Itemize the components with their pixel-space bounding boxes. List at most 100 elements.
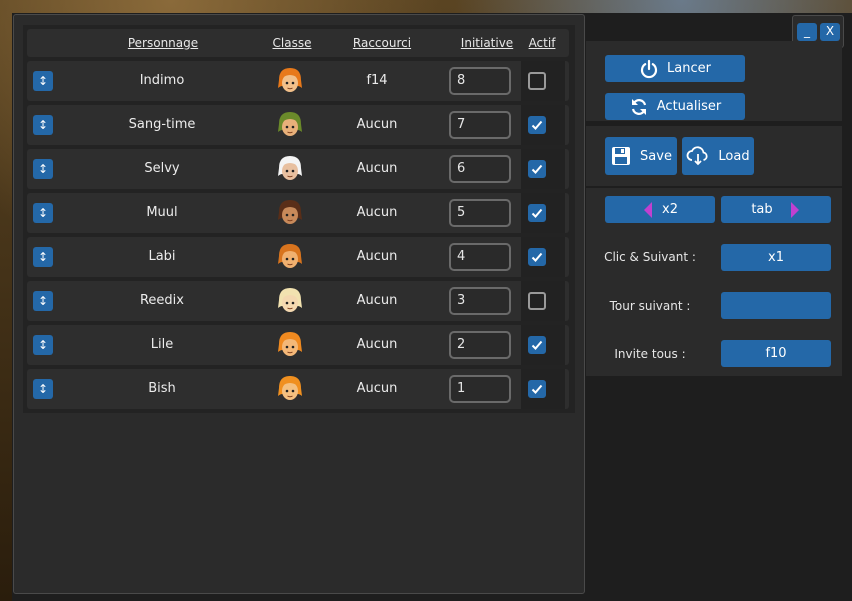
class-avatar	[275, 242, 305, 272]
checkmark-icon	[531, 208, 543, 218]
initiative-input[interactable]: 1	[449, 375, 511, 403]
clic-suivant-label: Clic & Suivant :	[604, 250, 696, 264]
shortcut-value[interactable]: Aucun	[347, 149, 407, 189]
initiative-input[interactable]: 8	[449, 67, 511, 95]
drag-handle-button[interactable]: ↕	[33, 247, 53, 267]
character-panel: Personnage Classe Raccourci Initiative A…	[13, 14, 585, 594]
table-row[interactable]: ↕ Reedix Aucun 3	[27, 281, 569, 321]
launch-label: Lancer	[667, 61, 711, 76]
initiative-input[interactable]: 5	[449, 199, 511, 227]
active-checkbox[interactable]	[528, 248, 546, 266]
load-button[interactable]: Load	[682, 137, 754, 175]
cloud-download-icon	[686, 145, 710, 167]
active-cell	[521, 325, 565, 365]
class-avatar	[275, 330, 305, 360]
clic-suivant-hotkey-button[interactable]: x1	[721, 244, 831, 271]
class-avatar	[275, 154, 305, 184]
drag-handle-button[interactable]: ↕	[33, 71, 53, 91]
header-classe[interactable]: Classe	[267, 29, 317, 57]
active-cell	[521, 281, 565, 321]
shortcut-value[interactable]: Aucun	[347, 193, 407, 233]
checkmark-icon	[531, 120, 543, 130]
drag-handle-button[interactable]: ↕	[33, 159, 53, 179]
shortcut-value[interactable]: Aucun	[347, 281, 407, 321]
class-avatar	[275, 110, 305, 140]
multiplier-button[interactable]: x2	[605, 196, 715, 223]
active-checkbox[interactable]	[528, 160, 546, 178]
multiplier-label: x2	[662, 202, 678, 217]
active-cell	[521, 61, 565, 101]
table-row[interactable]: ↕ Muul Aucun 5	[27, 193, 569, 233]
character-name: Indimo	[139, 73, 185, 88]
checkmark-icon	[531, 164, 543, 174]
character-name: Lile	[150, 337, 174, 352]
table-row[interactable]: ↕ Selvy Aucun 6	[27, 149, 569, 189]
shortcut-value[interactable]: Aucun	[347, 237, 407, 277]
active-cell	[521, 237, 565, 277]
class-portrait-icon	[278, 376, 302, 400]
active-checkbox[interactable]	[528, 292, 546, 310]
active-cell	[521, 149, 565, 189]
header-initiative[interactable]: Initiative	[457, 29, 517, 57]
table-row[interactable]: ↕ Labi Aucun 4	[27, 237, 569, 277]
launch-button[interactable]: Lancer	[605, 55, 745, 82]
class-portrait-icon	[278, 156, 302, 180]
arrow-left-icon	[642, 201, 654, 219]
load-label: Load	[718, 148, 750, 164]
character-name: Bish	[148, 381, 176, 396]
tour-suivant-hotkey-button[interactable]	[721, 292, 831, 319]
table-row[interactable]: ↕ Indimo f14 8	[27, 61, 569, 101]
save-button[interactable]: Save	[605, 137, 677, 175]
shortcut-value[interactable]: f14	[347, 61, 407, 101]
header-actif[interactable]: Actif	[527, 29, 557, 57]
table-row[interactable]: ↕ Sang-time Aucun 7	[27, 105, 569, 145]
shortcut-value[interactable]: Aucun	[347, 325, 407, 365]
drag-handle-button[interactable]: ↕	[33, 115, 53, 135]
initiative-input[interactable]: 7	[449, 111, 511, 139]
drag-handle-button[interactable]: ↕	[33, 379, 53, 399]
active-checkbox[interactable]	[528, 204, 546, 222]
header-raccourci[interactable]: Raccourci	[347, 29, 417, 57]
invite-tous-hotkey-button[interactable]: f10	[721, 340, 831, 367]
checkmark-icon	[531, 252, 543, 262]
character-table: Personnage Classe Raccourci Initiative A…	[23, 25, 575, 413]
initiative-input[interactable]: 3	[449, 287, 511, 315]
active-checkbox[interactable]	[528, 336, 546, 354]
class-portrait-icon	[278, 112, 302, 136]
save-label: Save	[640, 148, 672, 164]
drag-handle-button[interactable]: ↕	[33, 203, 53, 223]
active-cell	[521, 105, 565, 145]
refresh-label: Actualiser	[656, 99, 722, 114]
tab-button[interactable]: tab	[721, 196, 831, 223]
power-icon	[639, 59, 659, 79]
tab-label: tab	[751, 202, 773, 217]
section-divider	[586, 186, 842, 188]
refresh-button[interactable]: Actualiser	[605, 93, 745, 120]
shortcut-value[interactable]: Aucun	[347, 369, 407, 409]
table-row[interactable]: ↕ Lile Aucun 2	[27, 325, 569, 365]
initiative-input[interactable]: 6	[449, 155, 511, 183]
initiative-input[interactable]: 2	[449, 331, 511, 359]
class-portrait-icon	[278, 200, 302, 224]
minimize-button[interactable]: _	[797, 23, 817, 41]
active-checkbox[interactable]	[528, 380, 546, 398]
active-checkbox[interactable]	[528, 116, 546, 134]
close-button[interactable]: X	[820, 23, 840, 41]
header-personnage[interactable]: Personnage	[123, 29, 203, 57]
character-name: Sang-time	[128, 117, 196, 132]
class-portrait-icon	[278, 332, 302, 356]
shortcut-value[interactable]: Aucun	[347, 105, 407, 145]
control-panel: _ X Lancer Actualiser Save Load x2 tab C…	[586, 13, 852, 601]
arrow-right-icon	[789, 201, 801, 219]
table-row[interactable]: ↕ Bish Aucun 1	[27, 369, 569, 409]
drag-handle-button[interactable]: ↕	[33, 291, 53, 311]
character-name: Muul	[146, 205, 178, 220]
tour-suivant-label: Tour suivant :	[609, 299, 691, 313]
class-portrait-icon	[278, 244, 302, 268]
initiative-input[interactable]: 4	[449, 243, 511, 271]
class-avatar	[275, 198, 305, 228]
checkmark-icon	[531, 384, 543, 394]
active-checkbox[interactable]	[528, 72, 546, 90]
class-portrait-icon	[278, 288, 302, 312]
drag-handle-button[interactable]: ↕	[33, 335, 53, 355]
